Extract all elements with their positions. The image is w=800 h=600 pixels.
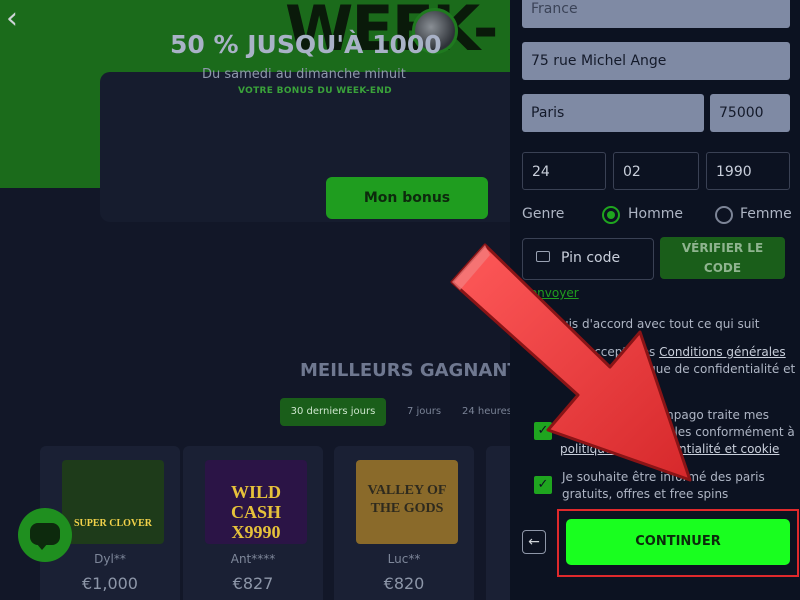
back-arrow-icon[interactable]: ‹ [6,4,36,34]
chat-bubble-icon [30,523,60,550]
consent-offers-text-2: gratuits, offres et free spins [562,487,729,501]
winner-name: Luc** [387,552,421,566]
period-tab-7-days[interactable]: 7 jours [398,398,450,426]
city-field[interactable]: Paris [522,94,704,132]
gender-femme-label[interactable]: Femme [740,206,792,222]
winner-amount: €1,000 [82,574,138,593]
postcode-field[interactable]: 75000 [710,94,790,132]
promo-kicker: VOTRE BONUS DU WEEK-END [238,86,392,96]
winner-amount: €827 [232,574,274,593]
verify-code-button[interactable]: VÉRIFIER LE CODE [660,237,785,279]
background-page: WEEK-END ‹ VOTRE BONUS DU WEEK-END 50 % … [0,0,510,600]
resend-link[interactable]: Renvoyer [522,286,579,300]
consent-privacy-text: la politique de confidentialité et [604,362,796,376]
period-tab-24-hours[interactable]: 24 heures [462,398,510,426]
period-tab-30-days[interactable]: 30 derniers jours [280,398,386,426]
verify-line-1: VÉRIFIER LE [681,241,764,255]
game-thumbnail: SUPER CLOVER [62,460,164,544]
address-field[interactable]: 75 rue Michel Ange [522,42,790,80]
pin-placeholder: Pin code [561,250,621,266]
privacy-checkbox[interactable]: ✓ [534,422,552,440]
gender-homme-label[interactable]: Homme [628,206,683,222]
winner-card[interactable] [486,446,510,600]
privacy-link[interactable]: politique de confidentialité et cookie [560,442,779,456]
country-field[interactable]: France [522,0,790,28]
radio-femme[interactable] [715,206,733,224]
offers-checkbox[interactable]: ✓ [534,476,552,494]
promo-subtitle: Du samedi au dimanche minuit [202,67,406,82]
pin-code-field[interactable]: Pin code [522,238,654,280]
dob-month-field[interactable]: 02 [613,152,699,190]
genre-label: Genre [522,206,565,222]
dob-year-field[interactable]: 1990 [706,152,790,190]
winner-name: Ant**** [230,552,276,566]
verify-line-2: CODE [703,261,742,275]
winner-card[interactable]: VALLEY OF THE GODS Luc** €820 [334,446,474,600]
consent-data-text-2: données personnelles conformément à [560,425,795,439]
winner-card[interactable]: WILD CASH X9990 Ant**** €827 [183,446,323,600]
game-thumbnail: WILD CASH X9990 [205,460,307,544]
radio-homme[interactable] [602,206,620,224]
winners-title: MEILLEURS GAGNANTS [300,360,510,381]
bonus-button[interactable]: Mon bonus [326,177,488,219]
previous-step-button[interactable]: ← [522,530,546,554]
message-icon [536,251,550,262]
chat-button[interactable] [18,508,72,562]
consent-data-text-1: Pampago traite mes [648,408,770,422]
consent-offers-text-1: Je souhaite être informé des paris [562,470,765,484]
terms-link[interactable]: Conditions générales [659,345,786,359]
winner-amount: €820 [383,574,425,593]
promo-title: 50 % JUSQU'À 1000 [170,30,442,59]
dob-day-field[interactable]: 24 [522,152,606,190]
game-thumbnail: VALLEY OF THE GODS [356,460,458,544]
continue-button[interactable]: CONTINUER [566,519,790,565]
consent-data-text-3: politique de confidentialité et cookie [560,441,779,458]
consent-all-text: Je suis d'accord avec tout ce qui suit [540,317,760,331]
